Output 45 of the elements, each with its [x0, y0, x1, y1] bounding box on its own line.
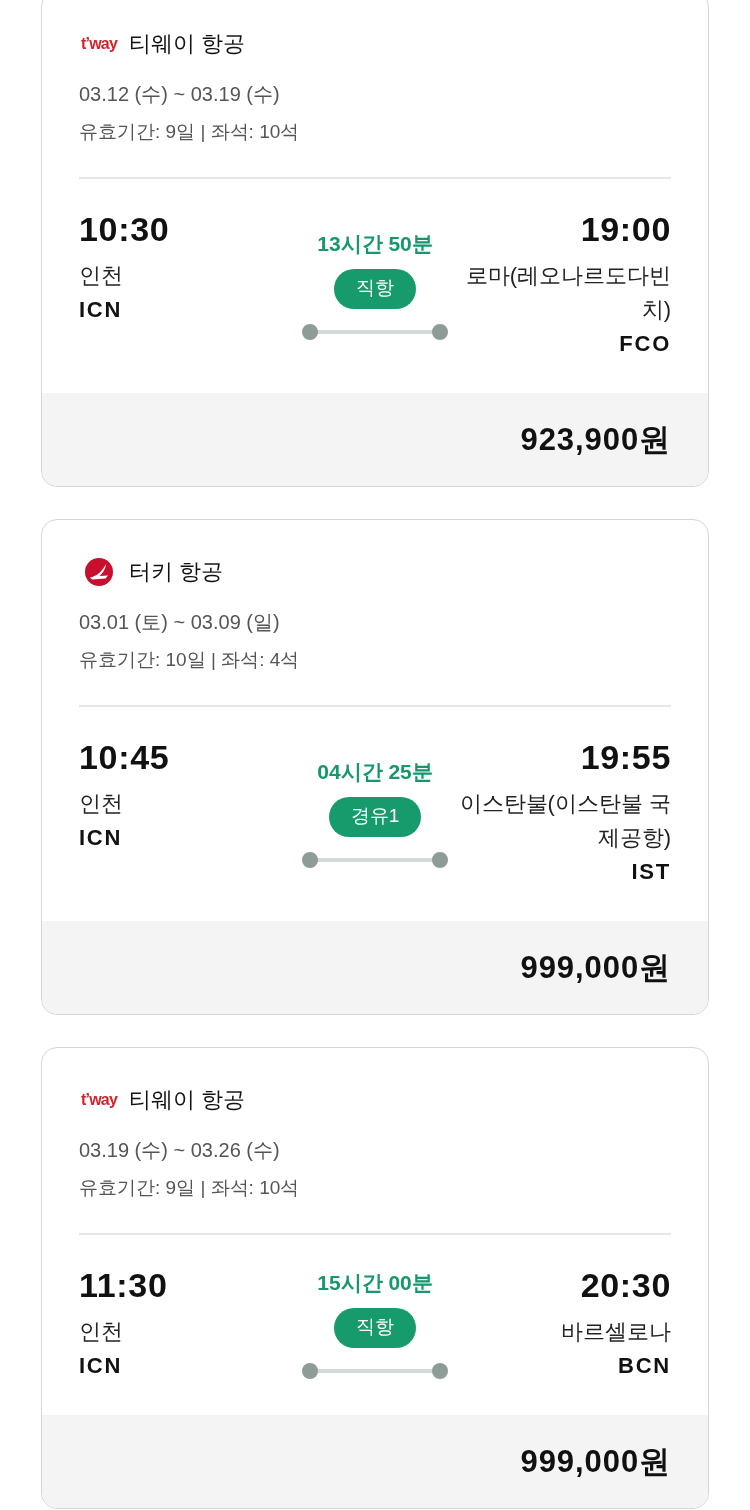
departure-city: 인천: [79, 1318, 123, 1346]
flight-card[interactable]: t’way 티웨이 항공 03.19 (수) ~ 03.26 (수) 유효기간: 9일 | 좌석: 10석 11:30 인천 ICN 15시간 00분 직항 20:30 바르셀로나 BCN 999,000원: [41, 1047, 709, 1509]
travel-dates: 03.19 (수) ~ 03.26 (수): [79, 1138, 280, 1163]
validity-seats: 유효기간: 9일 | 좌석: 10석: [79, 118, 300, 146]
travel-dates: 03.12 (수) ~ 03.19 (수): [79, 82, 280, 107]
flight-duration: 13시간 50분: [317, 230, 433, 257]
arrival-city: 로마(레오나르도다빈치): [464, 262, 671, 324]
arrival-code: IST: [631, 858, 671, 886]
route-line-icon: [302, 851, 448, 868]
departure-time: 10:45: [79, 737, 170, 777]
price: 999,000원: [520, 948, 671, 987]
departure-city: 인천: [79, 262, 123, 290]
arrival-city: 바르셀로나: [560, 1318, 671, 1346]
flight-duration: 15시간 00분: [317, 1269, 433, 1296]
departure-city: 인천: [79, 790, 123, 818]
arrival-time: 19:55: [580, 737, 671, 777]
validity-seats: 유효기간: 9일 | 좌석: 10석: [79, 1174, 300, 1202]
airline-name: 티웨이 항공: [129, 1086, 246, 1114]
price: 923,900원: [520, 420, 671, 459]
route-type-badge: 직항: [334, 1307, 416, 1348]
route-type-badge: 직항: [334, 268, 416, 309]
departure-code: ICN: [79, 824, 123, 852]
departure-time: 11:30: [79, 1265, 168, 1305]
flight-card[interactable]: 터키 항공 03.01 (토) ~ 03.09 (일) 유효기간: 10일 | 좌석: 4석 10:45 인천 ICN 04시간 25분 경유1 19:55 이스탄불(이스탄불 국제공항) IST 999,000원: [41, 519, 709, 1015]
departure-time: 10:30: [79, 209, 170, 249]
arrival-city: 이스탄불(이스탄불 국제공항): [459, 790, 671, 852]
route-line-icon: [302, 1362, 448, 1379]
departure-code: ICN: [79, 1352, 123, 1380]
airline-logo: t’way: [81, 1090, 117, 1110]
travel-dates: 03.01 (토) ~ 03.09 (일): [79, 610, 280, 635]
validity-seats: 유효기간: 10일 | 좌석: 4석: [79, 646, 300, 674]
airline-name: 터키 항공: [129, 558, 224, 586]
flight-card[interactable]: t’way 티웨이 항공 03.12 (수) ~ 03.19 (수) 유효기간: 9일 | 좌석: 10석 10:30 인천 ICN 13시간 50분 직항 19:00 로마(레오나르도다빈치) FCO 923,900원: [41, 0, 709, 487]
price: 999,000원: [520, 1442, 671, 1481]
route-type-badge: 경유1: [328, 796, 422, 837]
bird-logo-icon: [85, 558, 113, 586]
airline-name: 티웨이 항공: [129, 30, 246, 58]
arrival-time: 20:30: [580, 1265, 671, 1305]
route-line-icon: [302, 323, 448, 340]
arrival-time: 19:00: [580, 209, 671, 249]
flight-duration: 04시간 25분: [317, 758, 433, 785]
airline-logo: t’way: [81, 34, 117, 54]
arrival-code: BCN: [618, 1352, 671, 1380]
arrival-code: FCO: [619, 330, 671, 358]
departure-code: ICN: [79, 296, 123, 324]
